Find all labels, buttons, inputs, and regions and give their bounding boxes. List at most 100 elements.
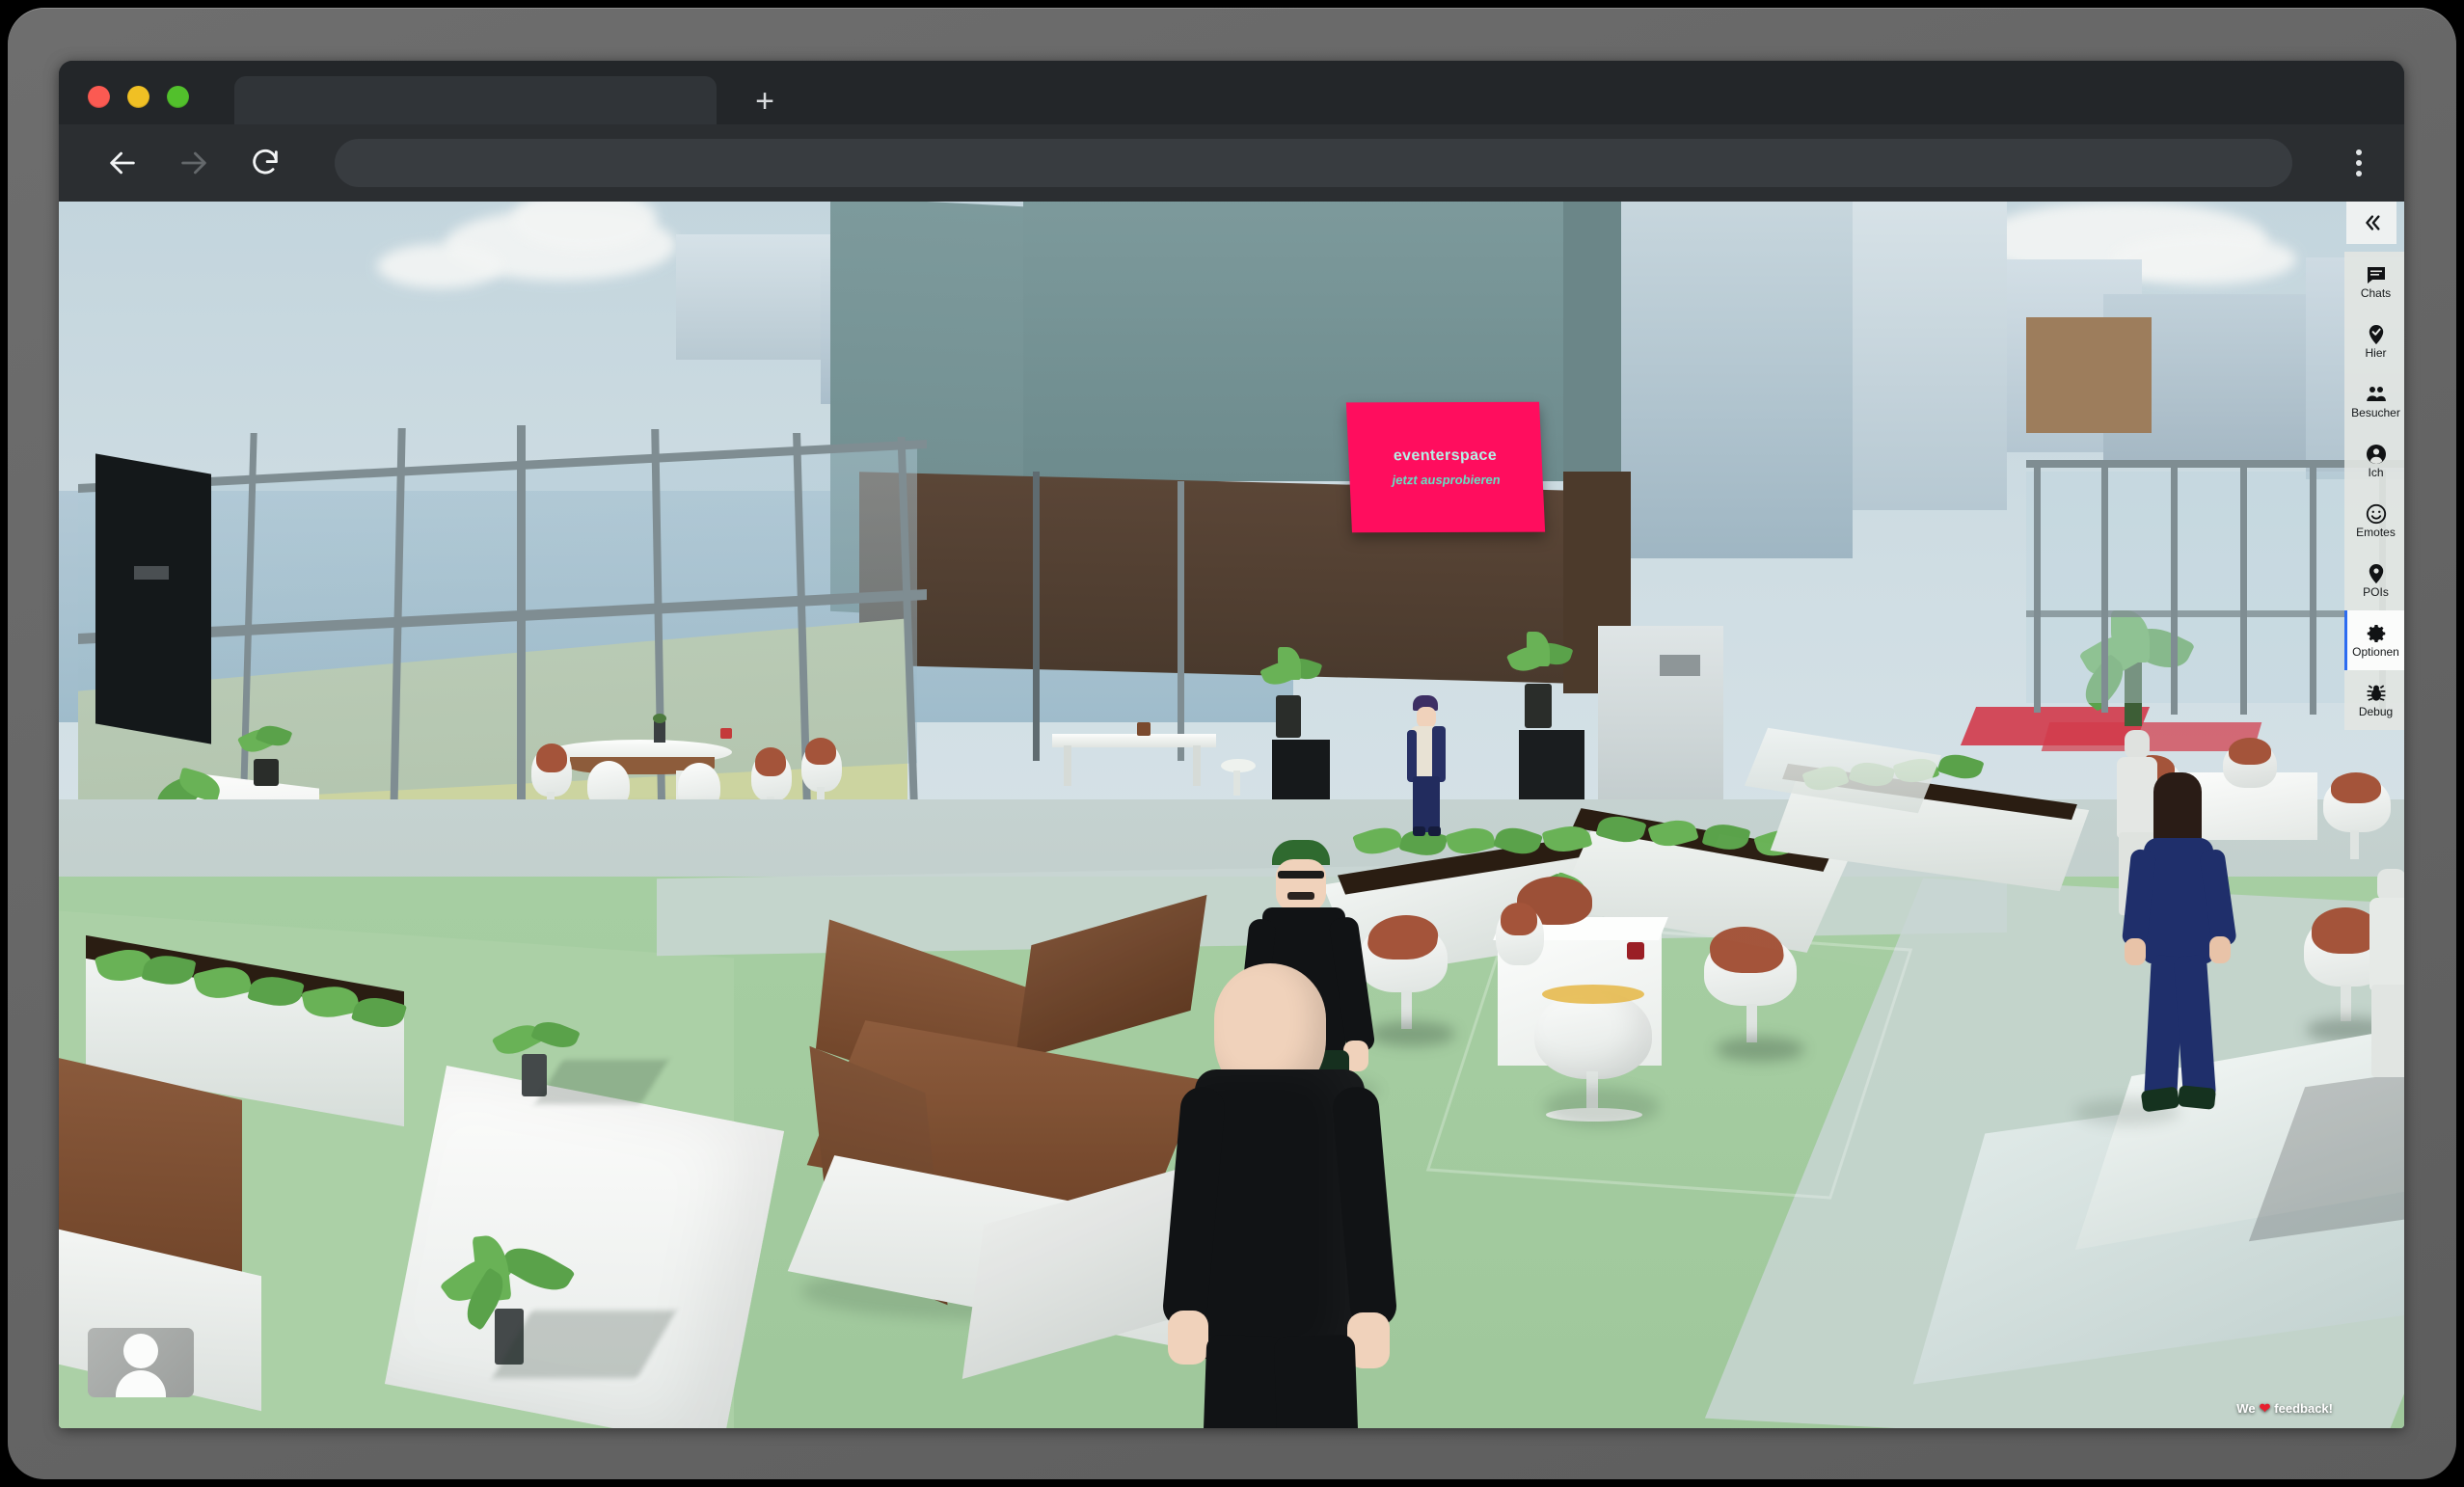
chair-cushion <box>1501 903 1537 935</box>
avatar-arm <box>1432 726 1446 782</box>
pin-check-icon <box>2365 323 2388 346</box>
browser-tab-strip: + <box>59 61 2404 126</box>
mannequin-head <box>2125 730 2150 759</box>
window-close-button[interactable] <box>88 86 110 108</box>
doorway-sign <box>1660 655 1700 676</box>
railing-post <box>2101 462 2108 713</box>
billboard-title: eventerspace <box>1393 446 1498 465</box>
sidebar-label: Debug <box>2358 705 2394 718</box>
window-traffic-lights <box>88 86 189 108</box>
avatar-hand <box>2209 936 2231 963</box>
sidebar-collapse-button[interactable] <box>2346 202 2396 244</box>
avatar-legs <box>1413 776 1440 832</box>
sidebar-item-emotes[interactable]: Emotes <box>2344 491 2404 551</box>
feedback-suffix: feedback! <box>2274 1401 2333 1416</box>
avatar-shoe <box>1413 826 1425 836</box>
reception-desk-top <box>1052 734 1216 747</box>
browser-menu-button[interactable] <box>2337 141 2381 185</box>
desk-leg <box>1193 745 1201 786</box>
new-tab-button[interactable]: + <box>745 84 784 122</box>
panel-sign <box>134 566 169 580</box>
sidebar-label: Hier <box>2365 346 2387 360</box>
avatar-glasses <box>1278 871 1324 879</box>
reload-icon <box>253 149 278 175</box>
bug-icon <box>2365 682 2388 705</box>
glass-mullion <box>1033 472 1040 761</box>
sidebar-item-ich[interactable]: Ich <box>2344 431 2404 491</box>
desk-leg <box>1064 745 1071 786</box>
glass-tower <box>1621 202 1853 558</box>
plant-pot <box>254 759 279 786</box>
avatar-hand <box>2125 938 2146 965</box>
side-table-stem <box>1233 771 1240 796</box>
railing-post <box>2034 462 2041 713</box>
sidebar-label: Ich <box>2368 466 2384 479</box>
sidebar-item-pois[interactable]: POIs <box>2344 551 2404 610</box>
sidebar-label: Besucher <box>2351 406 2400 419</box>
railing-post <box>2310 468 2316 715</box>
address-bar[interactable] <box>335 139 2292 187</box>
chair-cushion <box>755 747 786 776</box>
browser-window: + eventerspace jetzt ausprobieren Chats … <box>59 61 2404 1428</box>
chair-cushion <box>536 744 567 772</box>
sidebar-label: Optionen <box>2352 645 2399 659</box>
avatar-head <box>1417 707 1436 728</box>
browser-window-frame: + eventerspace jetzt ausprobieren Chats … <box>8 8 2456 1479</box>
player-leg-right <box>1273 1334 1364 1428</box>
plant-pot <box>1276 695 1301 738</box>
reload-button[interactable] <box>246 144 284 182</box>
three-dots-vertical-icon <box>2356 149 2362 155</box>
railing-post <box>2171 464 2178 715</box>
table-plant <box>653 714 666 723</box>
event-billboard[interactable]: eventerspace jetzt ausprobieren <box>1345 401 1546 533</box>
window-minimize-button[interactable] <box>127 86 149 108</box>
avatar-shoe <box>2177 1085 2217 1110</box>
glass-tower <box>1853 202 2007 510</box>
gear-icon <box>2365 622 2388 645</box>
mannequin-torso <box>2369 898 2404 990</box>
arrow-right-icon <box>181 151 206 175</box>
sidebar-item-chats[interactable]: Chats <box>2344 252 2404 311</box>
sidebar-item-besucher[interactable]: Besucher <box>2344 371 2404 431</box>
mannequin-torso <box>2117 757 2157 838</box>
dark-display-panel <box>95 453 211 744</box>
plant-pot <box>1525 684 1552 728</box>
smiley-face-icon <box>2365 502 2388 526</box>
avatar-head <box>1276 859 1326 911</box>
sidebar-item-hier[interactable]: Hier <box>2344 311 2404 371</box>
sidebar-item-optionen[interactable]: Optionen <box>2344 610 2404 670</box>
back-button[interactable] <box>103 144 142 182</box>
feedback-badge[interactable]: We ❤ feedback! <box>2236 1400 2333 1417</box>
virtual-world-viewport[interactable]: eventerspace jetzt ausprobieren Chats Hi… <box>59 202 2404 1428</box>
avatar-silhouette-body <box>116 1370 166 1397</box>
chair-shadow <box>1544 1087 1660 1127</box>
distant-building-brown <box>2026 317 2152 433</box>
window-maximize-button[interactable] <box>167 86 189 108</box>
sidebar-label: Emotes <box>2356 526 2396 539</box>
glass-mullion <box>1178 481 1184 761</box>
player-leg-left <box>1198 1334 1286 1428</box>
chair-cushion <box>2229 738 2271 765</box>
avatar-preview-card[interactable] <box>88 1328 194 1397</box>
chair-cushion <box>2331 772 2381 803</box>
browser-tab[interactable] <box>234 76 717 126</box>
mannequin-legs <box>2371 985 2404 1077</box>
mannequin-head <box>2377 869 2404 902</box>
chair-stem <box>2350 830 2359 859</box>
table-decor <box>654 721 665 743</box>
avatar-arm <box>1407 730 1417 782</box>
sidebar-label: POIs <box>2363 585 2389 599</box>
railing-post <box>2240 466 2247 715</box>
sidebar-item-debug[interactable]: Debug <box>2344 670 2404 730</box>
avatar-moustache <box>1287 892 1314 900</box>
feedback-prefix: We <box>2236 1401 2256 1416</box>
cloud <box>377 244 502 288</box>
billboard-subtitle: jetzt ausprobieren <box>1392 472 1501 488</box>
chair-shadow <box>1368 1021 1455 1046</box>
forward-button[interactable] <box>175 144 213 182</box>
person-silhouette-icon <box>123 1334 158 1368</box>
chat-bubble-icon <box>2365 263 2388 286</box>
egg-chair-rim <box>1542 985 1644 1004</box>
map-pin-icon <box>2365 562 2388 585</box>
desk-item <box>1137 722 1151 736</box>
